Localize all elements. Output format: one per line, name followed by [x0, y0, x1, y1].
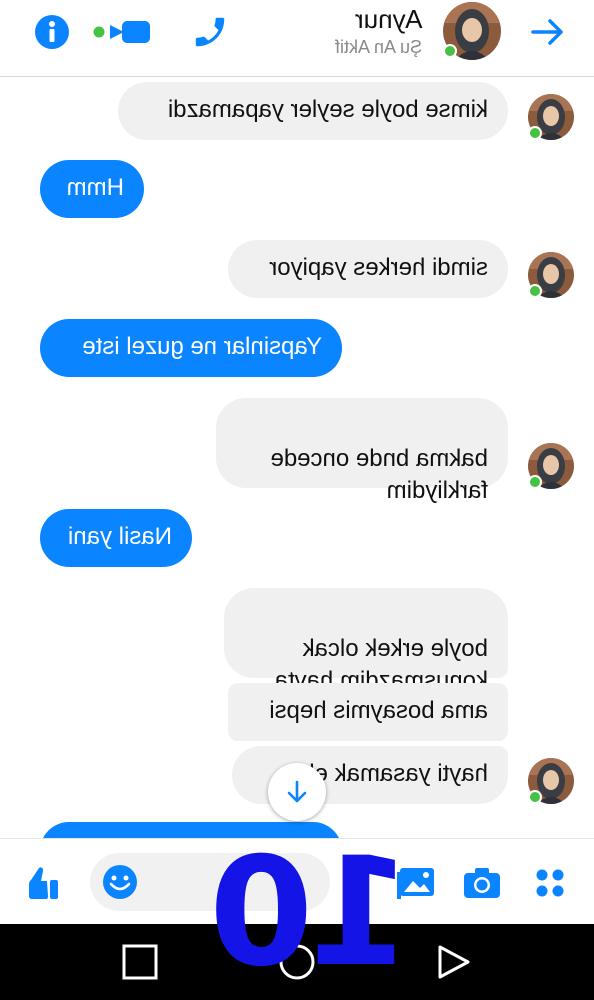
message-bubble-sent: Yapsinlar ne guzel iste [40, 319, 342, 377]
more-icon[interactable] [528, 861, 572, 905]
like-icon[interactable] [20, 861, 64, 905]
camera-icon[interactable] [460, 861, 504, 905]
avatar [527, 93, 575, 141]
recents-icon[interactable] [120, 942, 160, 982]
back-icon[interactable] [434, 942, 474, 982]
message-bubble-received: ama bosaymis hepsi [228, 683, 508, 741]
message-bubble-sent: Hmm [40, 160, 144, 218]
message-bubble-received: simdi herkes yapiyor [228, 240, 508, 298]
message-bubble-sent: Nasil yani [40, 509, 192, 567]
message-bubble-received: bakma bnde oncede farkliydim [216, 398, 508, 504]
avatar [527, 757, 575, 805]
message-bubble-received: boyle erkek olcak konusmazdim hayta [224, 588, 508, 694]
emoji-icon[interactable] [98, 860, 142, 904]
scroll-down-button[interactable] [268, 763, 326, 821]
message-bubble-received: kimse boyle seyler yapamazdi [118, 82, 508, 140]
contact-name: Aynur [354, 4, 422, 34]
send-arrow-icon[interactable] [528, 12, 568, 52]
avatar [527, 442, 575, 490]
overlay-number: 10 [215, 826, 412, 1000]
info-icon[interactable] [32, 12, 72, 52]
avatar [527, 251, 575, 299]
arrow-down-icon [287, 780, 307, 803]
video-call-icon[interactable] [90, 12, 152, 52]
contact-status: Şu An Aktif [334, 37, 422, 57]
avatar[interactable] [442, 1, 502, 61]
phone-icon[interactable] [190, 12, 230, 52]
conversation-header: Aynur Şu An Aktif [0, 0, 594, 77]
